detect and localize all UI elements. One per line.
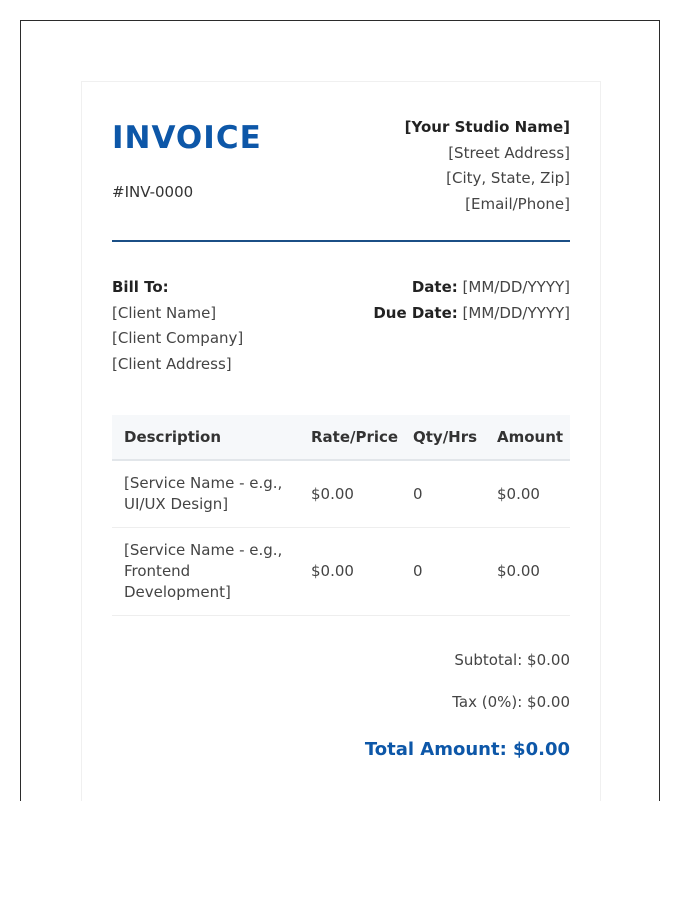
row-description: [Service Name - e.g., UI/UX Design] <box>112 460 299 528</box>
invoice-number: #INV-0000 <box>112 183 194 201</box>
row-qty: 0 <box>401 527 485 616</box>
total-amount: Total Amount: $0.00 <box>364 739 570 760</box>
row-rate: $0.00 <box>299 527 401 616</box>
invoice-title: INVOICE <box>112 120 262 156</box>
due-date-label: Due Date: <box>373 303 458 322</box>
row-rate: $0.00 <box>299 460 401 528</box>
bill-to-label: Bill To: <box>112 278 169 296</box>
studio-name: [Your Studio Name] <box>404 118 570 136</box>
row-amount: $0.00 <box>485 460 570 528</box>
header-amount: Amount <box>485 415 570 461</box>
row-description: [Service Name - e.g., Frontend Developme… <box>112 527 299 616</box>
table-header-row: Description Rate/Price Qty/Hrs Amount <box>112 415 570 461</box>
header-description: Description <box>112 415 299 461</box>
studio-city: [City, State, Zip] <box>446 169 570 187</box>
studio-street: [Street Address] <box>448 143 570 162</box>
header-divider <box>112 240 570 242</box>
client-company: [Client Company] <box>112 329 244 348</box>
studio-info: [Your Studio Name] [Street Address] [Cit… <box>405 115 570 217</box>
header-qty: Qty/Hrs <box>401 415 485 461</box>
invoice-date-row: Date: [MM/DD/YYYY] <box>373 275 570 301</box>
client-name: [Client Name] <box>112 303 217 322</box>
row-amount: $0.00 <box>485 527 570 616</box>
table-row: [Service Name - e.g., UI/UX Design] $0.0… <box>112 460 570 528</box>
tax: Tax (0%): $0.00 <box>452 693 570 711</box>
due-date-row: Due Date: [MM/DD/YYYY] <box>373 301 570 327</box>
client-address: [Client Address] <box>112 355 232 374</box>
line-items-table: Description Rate/Price Qty/Hrs Amount [S… <box>112 415 570 616</box>
subtotal: Subtotal: $0.00 <box>454 651 570 669</box>
header-rate: Rate/Price <box>299 415 401 461</box>
row-qty: 0 <box>401 460 485 528</box>
date-value: [MM/DD/YYYY] <box>462 278 570 296</box>
dates-block: Date: [MM/DD/YYYY] Due Date: [MM/DD/YYYY… <box>373 275 570 326</box>
date-label: Date: <box>411 278 458 296</box>
studio-contact: [Email/Phone] <box>465 194 570 213</box>
bill-to-block: Bill To: [Client Name] [Client Company] … <box>112 275 243 378</box>
table-row: [Service Name - e.g., Frontend Developme… <box>112 527 570 616</box>
due-date-value: [MM/DD/YYYY] <box>462 303 570 322</box>
